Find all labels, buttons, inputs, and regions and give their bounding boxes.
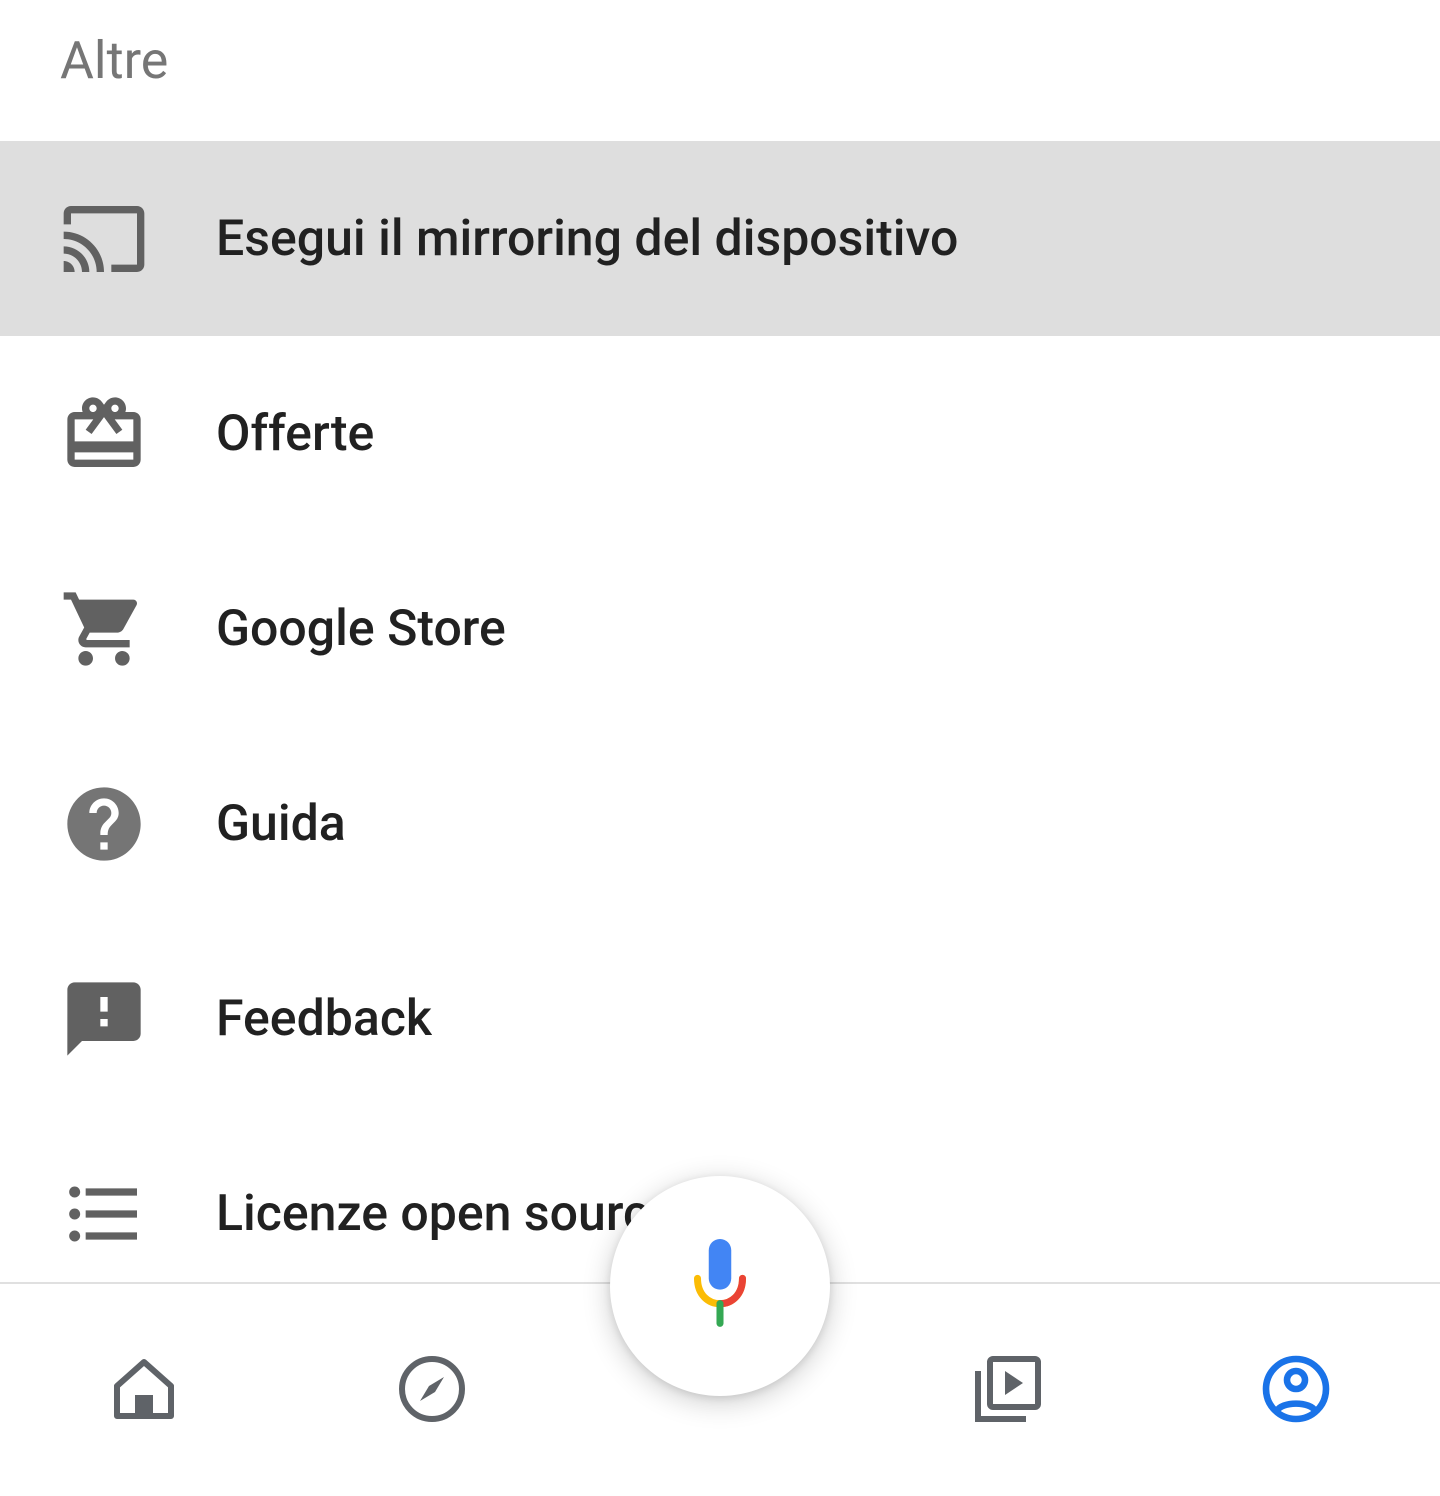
feedback-icon	[60, 975, 148, 1063]
nav-account[interactable]	[1260, 1355, 1332, 1427]
menu-item-label: Esegui il mirroring del dispositivo	[216, 210, 958, 268]
cart-icon	[60, 585, 148, 673]
page-title: Altre	[60, 30, 1380, 91]
nav-explore[interactable]	[396, 1355, 468, 1427]
menu-item-cast[interactable]: Esegui il mirroring del dispositivo	[0, 141, 1440, 336]
menu-list: Esegui il mirroring del dispositivo Offe…	[0, 141, 1440, 1311]
menu-item-label: Offerte	[216, 405, 374, 463]
compass-icon	[396, 1353, 468, 1429]
gift-icon	[60, 390, 148, 478]
mic-icon	[685, 1239, 755, 1333]
voice-assistant-button[interactable]	[610, 1176, 830, 1396]
account-icon	[1260, 1353, 1332, 1429]
menu-item-label: Google Store	[216, 600, 506, 658]
menu-item-store[interactable]: Google Store	[0, 531, 1440, 726]
video-library-icon	[972, 1353, 1044, 1429]
menu-item-offers[interactable]: Offerte	[0, 336, 1440, 531]
menu-item-label: Licenze open source	[216, 1185, 676, 1243]
menu-item-help[interactable]: Guida	[0, 726, 1440, 921]
menu-item-label: Guida	[216, 795, 346, 853]
nav-home[interactable]	[108, 1355, 180, 1427]
menu-item-label: Feedback	[216, 990, 432, 1048]
cast-icon	[60, 195, 148, 283]
help-icon	[60, 780, 148, 868]
nav-media[interactable]	[972, 1355, 1044, 1427]
list-icon	[60, 1170, 148, 1258]
page-header: Altre	[0, 0, 1440, 141]
home-icon	[108, 1353, 180, 1429]
menu-item-feedback[interactable]: Feedback	[0, 921, 1440, 1116]
